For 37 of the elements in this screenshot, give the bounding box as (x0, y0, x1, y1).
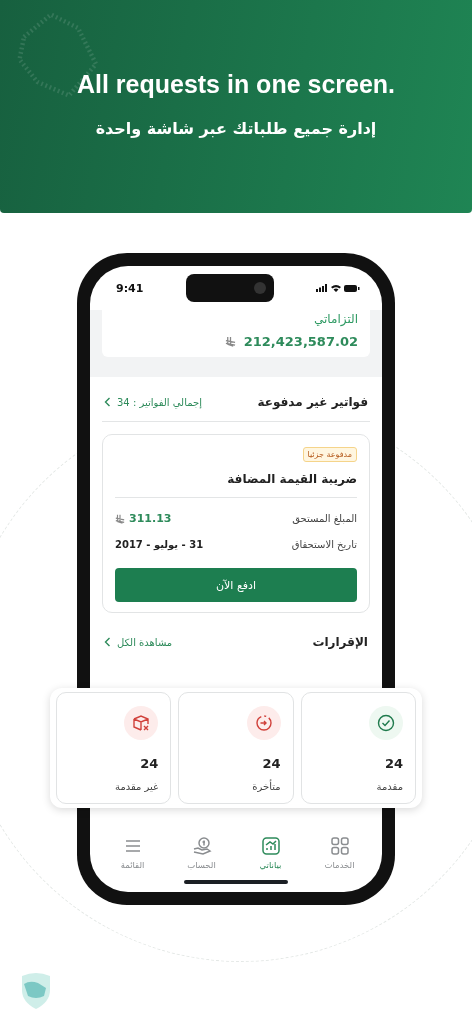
date-value: 31 - يوليو - 2017 (115, 539, 204, 550)
stat-label: متأخرة (251, 781, 281, 792)
chevron-icon (104, 637, 111, 647)
chevron-icon (104, 397, 111, 407)
subheadline: إدارة جميع طلباتك عبر شاشة واحدة (95, 119, 377, 138)
view-all-link[interactable]: مشاهدة الكل (104, 636, 173, 648)
stat-label: غير مقدمة (114, 781, 159, 792)
stat-count: 24 (261, 756, 281, 771)
field-label: المبلغ المستحق (292, 513, 357, 524)
check-circle-icon (377, 714, 395, 732)
stat-count: 24 (383, 756, 403, 771)
box-cross-icon (131, 713, 152, 733)
coin-hand-icon (191, 836, 212, 856)
balance-amount: 212,423,587.02 (243, 334, 358, 349)
currency-icon (224, 336, 236, 347)
status-time: 9:41 (116, 281, 144, 295)
status-icons (316, 283, 360, 293)
currency-icon (115, 513, 125, 524)
balance-label: التزاماتي (313, 311, 358, 326)
status-badge: مدفوعة جزئيا (302, 447, 357, 462)
section-title: الإقرارات (312, 635, 368, 649)
total-invoices-link[interactable]: إجمالي الفواتير : 34 (104, 396, 202, 408)
invoice-name: ضريبة القيمة المضافة (115, 472, 357, 498)
tab-bar-item[interactable]: الخدمات (311, 836, 368, 870)
grid-icon (329, 836, 350, 856)
field-label: تاريخ الاستحقاق (291, 539, 357, 550)
stat-label: مقدمة (375, 781, 403, 792)
stat-count: 24 (139, 756, 159, 771)
tab-bar-item[interactable]: بياناتي (242, 836, 299, 870)
tab-bar-item[interactable]: الحساب (173, 836, 230, 870)
amount-value: 311.13 (129, 512, 172, 525)
headline: All requests in one screen. (76, 70, 396, 99)
section-title: فواتير غير مدفوعة (257, 395, 368, 409)
pay-now-button[interactable]: ادفع الآن (115, 568, 357, 602)
chart-icon (260, 836, 281, 856)
shield-logo-icon (20, 972, 52, 1010)
tab-bar-item[interactable]: القائمة (104, 836, 161, 870)
